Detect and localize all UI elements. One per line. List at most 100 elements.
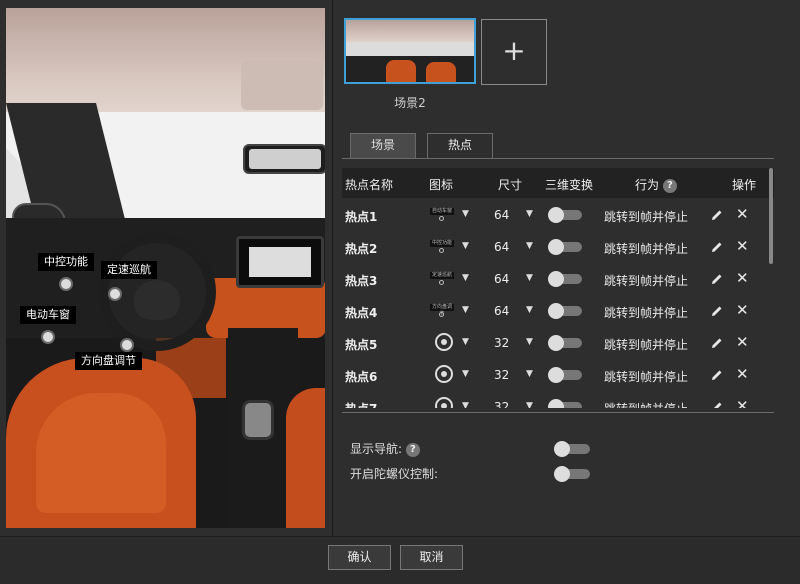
3d-transform-toggle[interactable] bbox=[548, 207, 582, 223]
size-value[interactable]: 64 bbox=[494, 272, 509, 286]
scene-thumbnail[interactable] bbox=[344, 18, 476, 84]
3d-transform-toggle[interactable] bbox=[548, 335, 582, 351]
close-icon[interactable]: ✕ bbox=[736, 269, 749, 287]
tab-hotspot[interactable]: 热点 bbox=[427, 133, 493, 159]
column-header-icon: 图标 bbox=[429, 178, 454, 192]
behavior-select[interactable]: 跳转到帧并停止 bbox=[604, 208, 688, 225]
behavior-select[interactable]: 跳转到帧并停止 bbox=[604, 304, 688, 321]
edit-icon[interactable] bbox=[710, 368, 724, 382]
hotspot-marker[interactable] bbox=[108, 287, 122, 301]
table-row[interactable]: 热点6 ▼ 32 ▼ 跳转到帧并停止 ✕ bbox=[342, 359, 774, 391]
scene-thumbnail-name: 场景2 bbox=[394, 96, 426, 110]
hotspot-marker[interactable] bbox=[41, 330, 55, 344]
chevron-down-icon[interactable]: ▼ bbox=[462, 273, 469, 283]
settings-panel: + 场景2 场景 热点 热点名称 图标 尺寸 三维变换 行为 ? 操作 热点1 自… bbox=[334, 0, 800, 536]
behavior-select[interactable]: 跳转到帧并停止 bbox=[604, 272, 688, 289]
circle-hotspot-icon[interactable] bbox=[435, 365, 453, 383]
hotspot-label[interactable]: 方向盘调节 bbox=[75, 352, 142, 370]
edit-icon[interactable] bbox=[710, 272, 724, 286]
3d-transform-toggle[interactable] bbox=[548, 239, 582, 255]
show-nav-toggle[interactable] bbox=[554, 441, 590, 457]
circle-hotspot-icon[interactable] bbox=[435, 397, 453, 408]
size-value[interactable]: 64 bbox=[494, 304, 509, 318]
chevron-down-icon[interactable]: ▼ bbox=[462, 305, 469, 315]
close-icon[interactable]: ✕ bbox=[736, 301, 749, 319]
hotspot-label-icon[interactable]: 中控功能 bbox=[430, 240, 458, 256]
gyro-label: 开启陀螺仪控制: bbox=[350, 467, 439, 481]
chevron-down-icon[interactable]: ▼ bbox=[526, 273, 533, 283]
table-row[interactable]: 热点7 ▼ 32 ▼ 跳转到帧并停止 ✕ bbox=[342, 391, 774, 408]
table-row[interactable]: 热点5 ▼ 32 ▼ 跳转到帧并停止 ✕ bbox=[342, 327, 774, 359]
edit-icon[interactable] bbox=[710, 336, 724, 350]
chevron-down-icon[interactable]: ▼ bbox=[526, 337, 533, 347]
3d-transform-toggle[interactable] bbox=[548, 399, 582, 408]
panorama-preview-panel: 中控功能 定速巡航 电动车窗 方向盘调节 bbox=[0, 0, 333, 536]
close-icon[interactable]: ✕ bbox=[736, 205, 749, 223]
close-icon[interactable]: ✕ bbox=[736, 333, 749, 351]
hotspot-marker[interactable] bbox=[59, 277, 73, 291]
table-row[interactable]: 热点1 自动车窗 ▼ 64 ▼ 跳转到帧并停止 ✕ bbox=[342, 199, 774, 231]
hotspot-table: 热点名称 图标 尺寸 三维变换 行为 ? 操作 热点1 自动车窗 ▼ 64 ▼ 跳转到帧并… bbox=[342, 168, 774, 408]
3d-transform-toggle[interactable] bbox=[548, 271, 582, 287]
edit-icon[interactable] bbox=[710, 400, 724, 408]
help-icon[interactable]: ? bbox=[662, 178, 677, 193]
hotspot-label[interactable]: 中控功能 bbox=[38, 253, 94, 271]
dome-light bbox=[241, 60, 323, 110]
size-value[interactable]: 32 bbox=[494, 336, 509, 350]
confirm-button[interactable]: 确认 bbox=[328, 545, 391, 570]
edit-icon[interactable] bbox=[710, 240, 724, 254]
size-value[interactable]: 64 bbox=[494, 208, 509, 222]
show-nav-label: 显示导航: bbox=[350, 442, 403, 456]
add-scene-button[interactable]: + bbox=[481, 19, 547, 85]
chevron-down-icon[interactable]: ▼ bbox=[526, 369, 533, 379]
cancel-button[interactable]: 取消 bbox=[400, 545, 463, 570]
hotspot-label-icon[interactable]: 方向盘调节 bbox=[430, 304, 458, 320]
tab-scene[interactable]: 场景 bbox=[350, 133, 416, 158]
hotspot-marker[interactable] bbox=[120, 338, 134, 352]
3d-transform-toggle[interactable] bbox=[548, 367, 582, 383]
behavior-select[interactable]: 跳转到帧并停止 bbox=[604, 336, 688, 353]
circle-hotspot-icon[interactable] bbox=[435, 333, 453, 351]
edit-icon[interactable] bbox=[710, 304, 724, 318]
help-icon[interactable]: ? bbox=[405, 442, 420, 457]
table-row[interactable]: 热点3 定速巡航 ▼ 64 ▼ 跳转到帧并停止 ✕ bbox=[342, 263, 774, 295]
close-icon[interactable]: ✕ bbox=[736, 397, 749, 408]
hotspot-name: 热点7 bbox=[345, 400, 377, 408]
hotspot-name: 热点1 bbox=[345, 210, 378, 224]
panorama-viewer[interactable]: 中控功能 定速巡航 电动车窗 方向盘调节 bbox=[6, 8, 325, 528]
hotspot-label[interactable]: 电动车窗 bbox=[20, 306, 76, 324]
chevron-down-icon[interactable]: ▼ bbox=[462, 209, 469, 219]
hotspot-label[interactable]: 定速巡航 bbox=[101, 261, 157, 279]
behavior-select[interactable]: 跳转到帧并停止 bbox=[604, 368, 688, 385]
table-row[interactable]: 热点2 中控功能 ▼ 64 ▼ 跳转到帧并停止 ✕ bbox=[342, 231, 774, 263]
chevron-down-icon[interactable]: ▼ bbox=[462, 337, 469, 347]
chevron-down-icon[interactable]: ▼ bbox=[526, 241, 533, 251]
column-header-name: 热点名称 bbox=[345, 178, 394, 192]
hotspot-label-icon[interactable]: 自动车窗 bbox=[430, 208, 458, 224]
size-value[interactable]: 64 bbox=[494, 240, 509, 254]
chevron-down-icon[interactable]: ▼ bbox=[462, 401, 469, 408]
hotspot-label-icon[interactable]: 定速巡航 bbox=[430, 272, 458, 288]
behavior-select[interactable]: 跳转到帧并停止 bbox=[604, 400, 688, 408]
hotspot-name: 热点4 bbox=[345, 306, 378, 320]
edit-icon[interactable] bbox=[710, 208, 724, 222]
size-value[interactable]: 32 bbox=[494, 400, 509, 408]
chevron-down-icon[interactable]: ▼ bbox=[462, 241, 469, 251]
driver-seat-cushion bbox=[36, 393, 166, 513]
size-value[interactable]: 32 bbox=[494, 368, 509, 382]
show-nav-option: 显示导航: ? bbox=[350, 440, 420, 457]
hotspot-name: 热点5 bbox=[345, 338, 378, 352]
chevron-down-icon[interactable]: ▼ bbox=[462, 369, 469, 379]
chevron-down-icon[interactable]: ▼ bbox=[526, 209, 533, 219]
chevron-down-icon[interactable]: ▼ bbox=[526, 401, 533, 408]
close-icon[interactable]: ✕ bbox=[736, 365, 749, 383]
chevron-down-icon[interactable]: ▼ bbox=[526, 305, 533, 315]
3d-transform-toggle[interactable] bbox=[548, 303, 582, 319]
gyro-toggle[interactable] bbox=[554, 466, 590, 482]
table-row[interactable]: 热点4 方向盘调节 ▼ 64 ▼ 跳转到帧并停止 ✕ bbox=[342, 295, 774, 327]
close-icon[interactable]: ✕ bbox=[736, 237, 749, 255]
behavior-select[interactable]: 跳转到帧并停止 bbox=[604, 240, 688, 257]
table-scrollbar[interactable] bbox=[769, 168, 773, 264]
hotspot-name: 热点2 bbox=[345, 242, 378, 256]
passenger-seat bbox=[286, 388, 325, 528]
